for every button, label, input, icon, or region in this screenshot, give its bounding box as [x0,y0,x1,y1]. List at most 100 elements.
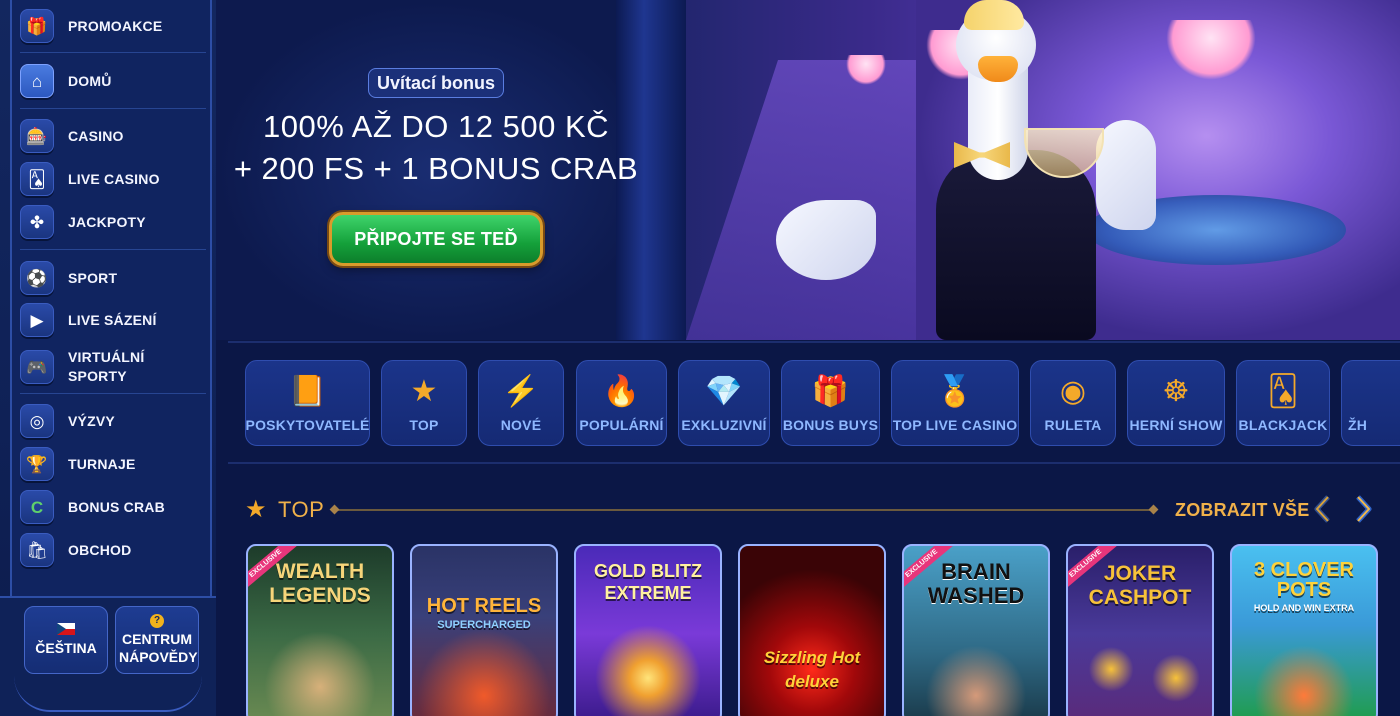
language-button[interactable]: ČEŠTINA [24,606,108,674]
divider [20,108,206,109]
section-title: TOP [278,497,325,522]
game-card-brain-washed[interactable]: BRAIN WASHED EXCLUSIVE [902,544,1050,716]
medal-icon: 🏅 [936,375,974,408]
sidebar-item-domu[interactable]: ⌂ DOMŮ [20,61,206,101]
prev-arrow-button[interactable] [1311,494,1335,524]
sidebar-item-live-casino[interactable]: 🂡 LIVE CASINO [20,159,206,199]
clover-icon: ✤ [20,205,54,239]
star-icon: ★ [410,375,438,408]
category-top-live-casino[interactable]: 🏅 TOP LIVE CASINO [891,360,1019,446]
game-card-joker-cashpot[interactable]: JOKER CASHPOT EXCLUSIVE [1066,544,1214,716]
sidebar-item-label: OBCHOD [68,541,132,558]
game-card-sizzling-hot[interactable]: Sizzling Hot deluxe [738,544,886,716]
ball-icon: ⚽ [20,261,54,295]
home-icon: ⌂ [20,64,54,98]
sidebar-item-sport[interactable]: ⚽ SPORT [20,258,206,298]
sidebar-item-label: BONUS CRAB [68,498,165,515]
hero-title-line2: + 200 FS + 1 BONUS CRAB [233,151,639,186]
hero-title-line1: 100% AŽ DO 12 500 KČ [262,109,610,144]
sidebar-item-label: LIVE CASINO [68,170,160,187]
welcome-bonus-badge: Uvítací bonus [367,68,505,98]
sidebar-item-label: PROMOAKCE [68,17,163,34]
divider [20,249,206,250]
crab-icon: C [20,490,54,524]
category-label: NOVÉ [500,417,542,433]
wheel-icon: ☸ [1162,375,1190,408]
game-subtitle: SUPERCHARGED [437,619,531,631]
next-arrow-button[interactable] [1351,494,1375,524]
game-card-hot-reels[interactable]: HOT REELS SUPERCHARGED [410,544,558,716]
divider [228,341,1400,343]
sidebar-item-virtualni-sporty[interactable]: 🎮 VIRTUÁLNÍ SPORTY [20,345,206,389]
star-icon: ★ [245,496,267,523]
trophy-icon: 🏆 [20,447,54,481]
gift-box-icon: 🎁 [811,375,850,408]
sidebar-item-promoakce[interactable]: 🎁 PROMOAKCE [20,6,206,46]
game-title: HOT REELS [426,595,542,617]
game-card-gold-blitz-extreme[interactable]: GOLD BLITZ EXTREME [574,544,722,716]
see-all-link[interactable]: ZOBRAZIT VŠE [1175,498,1309,522]
mascot-hair-art [964,0,1024,30]
category-label: RULETA [1044,417,1102,433]
divider [20,393,206,394]
help-icon: ? [150,614,164,628]
sidebar-item-label: CASINO [68,127,124,144]
join-now-button[interactable]: PŘIPOJTE SE TEĎ [329,212,543,266]
category-label: TOP [409,417,439,433]
fire-icon: 🔥 [602,375,641,408]
category-label: BONUS BUYS [782,417,879,433]
category-label: ŽH [1348,417,1368,433]
play-icon: ▶ [20,303,54,337]
chevron-right-icon [1356,495,1372,523]
book-icon: 📙 [288,375,327,408]
category-top[interactable]: ★ TOP [381,360,467,446]
target-icon: ◎ [20,404,54,438]
category-new[interactable]: ⚡ NOVÉ [478,360,564,446]
help-center-label: CENTRUM NÁPOVĚDY [119,631,198,665]
lightning-icon: ⚡ [502,375,540,408]
game-card-wealth-legends[interactable]: WEALTH LEGENDS EXCLUSIVE [246,544,394,716]
game-title: GOLD BLITZ EXTREME [594,561,702,603]
mascot-tuxedo-art [936,150,1096,340]
category-partial[interactable]: ŽH [1341,360,1400,446]
category-game-show[interactable]: ☸ HERNÍ SHOW [1127,360,1225,446]
shop-bag-icon: 🛍 [20,533,54,567]
hero-banner: Uvítací bonus 100% AŽ DO 12 500 KČ + 200… [216,0,1400,340]
category-popular[interactable]: 🔥 POPULÁRNÍ [576,360,667,446]
category-label: EXKLUZIVNÍ [681,417,767,433]
sidebar-item-bonus-crab[interactable]: C BONUS CRAB [20,487,206,527]
sidebar-item-label: DOMŮ [68,72,112,89]
category-label: BLACKJACK [1238,417,1328,433]
sidebar-nav: 🎁 PROMOAKCE ⌂ DOMŮ 🎰 CASINO 🂡 LIVE CASIN… [10,0,212,596]
category-label: POSKYTOVATELÉ [245,417,370,433]
more-icon [1348,373,1386,411]
language-label: ČEŠTINA [35,640,97,656]
category-roulette[interactable]: ◉ RULETA [1030,360,1116,446]
sidebar-item-label: VÝZVY [68,412,115,429]
category-providers[interactable]: 📙 POSKYTOVATELÉ [245,360,370,446]
category-label: HERNÍ SHOW [1129,417,1223,433]
sidebar-item-casino[interactable]: 🎰 CASINO [20,116,206,156]
help-center-button[interactable]: ? CENTRUM NÁPOVĚDY [115,606,199,674]
category-exclusive[interactable]: 💎 EXKLUZIVNÍ [678,360,770,446]
mascot-wing-art [1096,120,1156,230]
game-card-3-clover-pots[interactable]: 3 CLOVER POTS HOLD AND WIN EXTRA [1230,544,1378,716]
roulette-icon: ◉ [1059,375,1087,408]
sidebar-item-label: SPORT [68,269,118,286]
sidebar: 🎁 PROMOAKCE ⌂ DOMŮ 🎰 CASINO 🂡 LIVE CASIN… [0,0,216,716]
slot-machine-icon: 🎰 [20,119,54,153]
category-blackjack[interactable]: 🂡 BLACKJACK [1236,360,1330,446]
hero-offer: Uvítací bonus 100% AŽ DO 12 500 KČ + 200… [216,0,656,340]
top-section-header: ★ TOP ZOBRAZIT VŠE [245,494,1385,526]
staircase-art [686,60,916,340]
mascot-hand-art [776,200,876,280]
sidebar-item-turnaje[interactable]: 🏆 TURNAJE [20,444,206,484]
sidebar-item-jackpoty[interactable]: ✤ JACKPOTY [20,202,206,242]
sidebar-item-vyzvy[interactable]: ◎ VÝZVY [20,401,206,441]
divider [228,462,1400,464]
gamepad-icon: 🎮 [20,350,54,384]
sidebar-item-live-sazeni[interactable]: ▶ LIVE SÁZENÍ [20,300,206,340]
category-bonus-buys[interactable]: 🎁 BONUS BUYS [781,360,880,446]
czech-flag-icon [57,623,75,635]
sidebar-item-obchod[interactable]: 🛍 OBCHOD [20,530,206,570]
